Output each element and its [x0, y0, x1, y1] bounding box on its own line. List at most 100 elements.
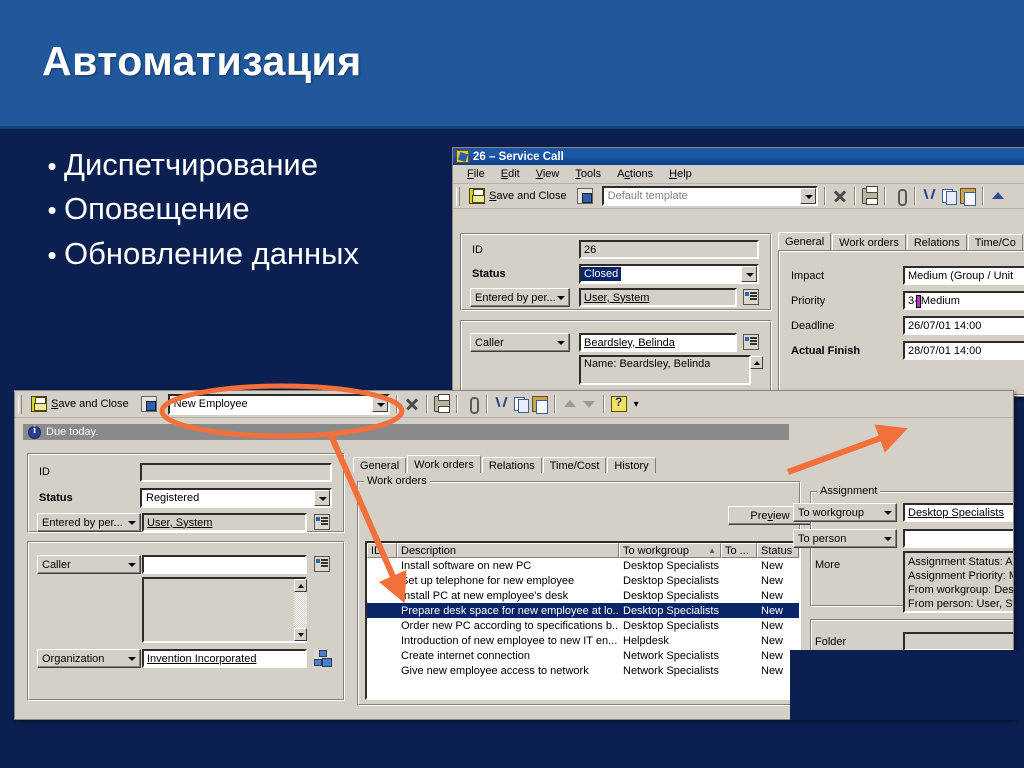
- service-call-entered-by-field[interactable]: User, System: [579, 288, 737, 307]
- attachment-icon[interactable]: [464, 396, 480, 414]
- service-call-id-field[interactable]: 26: [579, 240, 759, 259]
- copy-icon[interactable]: [513, 396, 529, 413]
- chevron-down-icon[interactable]: [371, 396, 388, 412]
- menu-tools[interactable]: Tools: [573, 167, 603, 181]
- menu-file[interactable]: File: [465, 167, 487, 181]
- delete-icon[interactable]: [404, 396, 420, 412]
- menu-actions[interactable]: Actions: [615, 167, 655, 181]
- tab-relations[interactable]: Relations: [481, 457, 542, 473]
- scrollbar-track[interactable]: [294, 592, 307, 628]
- column-header-to-workgroup[interactable]: To workgroup ▲: [619, 543, 721, 558]
- template-icon[interactable]: [576, 188, 593, 204]
- service-call-tabstrip[interactable]: General Work orders Relations Time/Co: [778, 232, 1024, 250]
- deadline-field[interactable]: 26/07/01 14:00: [903, 316, 1024, 335]
- scroll-down-button[interactable]: [294, 628, 307, 641]
- new-employee-entered-by-field[interactable]: User, System: [142, 513, 307, 532]
- service-call-caller-dropdown[interactable]: Caller: [470, 333, 570, 352]
- priority-field[interactable]: 3- Medium: [903, 291, 1024, 310]
- new-employee-entered-by-dropdown[interactable]: Entered by per...: [37, 513, 141, 532]
- up-icon[interactable]: [990, 188, 1006, 204]
- save-and-close-button[interactable]: Save and Close: [466, 186, 570, 207]
- new-employee-caller-field[interactable]: [142, 555, 307, 574]
- tab-time-cost[interactable]: Time/Cost: [542, 457, 607, 473]
- tab-work-orders[interactable]: Work orders: [832, 234, 906, 250]
- paste-icon[interactable]: [959, 188, 976, 206]
- caller-detail-scroll-up[interactable]: [750, 356, 763, 369]
- person-lookup-icon[interactable]: [743, 334, 759, 350]
- column-header-description[interactable]: Description: [397, 543, 619, 558]
- table-row[interactable]: Set up telephone for new employee Desktop…: [367, 573, 799, 588]
- menu-view[interactable]: View: [534, 167, 562, 181]
- service-call-menubar[interactable]: File Edit View Tools Actions Help: [453, 165, 1024, 184]
- actual-finish-field[interactable]: 28/07/01 14:00: [903, 341, 1024, 360]
- table-row[interactable]: Introduction of new employee to new IT e…: [367, 633, 799, 648]
- tab-history[interactable]: History: [607, 457, 656, 473]
- tab-general[interactable]: General: [778, 232, 832, 250]
- tab-relations[interactable]: Relations: [906, 234, 967, 250]
- column-header-id[interactable]: ID: [367, 543, 397, 558]
- copy-icon[interactable]: [941, 188, 957, 205]
- cut-icon[interactable]: [494, 396, 510, 412]
- table-row[interactable]: Create internet connection Network Specia…: [367, 648, 799, 663]
- service-call-toolbar[interactable]: Save and Close Default template: [453, 184, 1024, 209]
- scroll-up-button[interactable]: [294, 579, 307, 592]
- service-call-status-combo[interactable]: Closed: [579, 264, 759, 284]
- service-call-titlebar[interactable]: 26 – Service Call: [453, 148, 1024, 165]
- new-employee-organization-dropdown[interactable]: Organization: [37, 649, 141, 668]
- assignment-to-workgroup-dropdown[interactable]: To workgroup: [793, 503, 897, 522]
- new-employee-id-field[interactable]: [140, 463, 332, 482]
- down-icon[interactable]: [581, 396, 597, 412]
- paste-icon[interactable]: [531, 396, 548, 414]
- up-icon[interactable]: [562, 396, 578, 412]
- save-icon: [31, 396, 47, 412]
- print-icon[interactable]: [861, 186, 878, 205]
- tab-label: Time/Cost: [549, 459, 600, 472]
- overflow-icon[interactable]: ▾: [634, 399, 639, 410]
- table-row[interactable]: Give new employee access to network Netwo…: [367, 663, 799, 678]
- table-row[interactable]: Prepare desk space for new employee at l…: [367, 603, 799, 618]
- assignment-to-person-field[interactable]: [903, 529, 1013, 548]
- template-icon[interactable]: [140, 396, 157, 412]
- toolbar-grip[interactable]: [18, 394, 22, 414]
- work-orders-grid[interactable]: ID Description To workgroup ▲ To ... Sta…: [365, 541, 801, 700]
- assignment-to-workgroup-field[interactable]: Desktop Specialists: [903, 503, 1013, 522]
- tab-time-cost[interactable]: Time/Co: [967, 234, 1023, 250]
- new-employee-tabstrip[interactable]: General Work orders Relations Time/Cost …: [353, 455, 657, 473]
- help-icon[interactable]: [610, 395, 627, 412]
- caller-detail-scrollbar[interactable]: [294, 579, 307, 641]
- attachment-icon[interactable]: [892, 188, 908, 206]
- toolbar-grip[interactable]: [456, 186, 460, 206]
- new-employee-organization-field[interactable]: Invention Incorporated: [142, 649, 307, 668]
- person-lookup-icon[interactable]: [314, 514, 330, 530]
- menu-help[interactable]: Help: [667, 167, 694, 181]
- template-combo[interactable]: Default template: [601, 186, 818, 206]
- organization-lookup-icon[interactable]: [314, 650, 330, 666]
- service-call-entered-by-dropdown[interactable]: Entered by per...: [470, 288, 570, 307]
- save-and-close-button[interactable]: Save and Close: [28, 394, 132, 415]
- new-employee-toolbar[interactable]: Save and Close New Employee ▾: [15, 391, 1013, 418]
- delete-icon[interactable]: [832, 188, 848, 204]
- impact-field[interactable]: Medium (Group / Unit: [903, 266, 1024, 285]
- table-row[interactable]: Install software on new PC Desktop Specia…: [367, 558, 799, 573]
- tab-work-orders[interactable]: Work orders: [407, 455, 481, 473]
- template-combo[interactable]: New Employee: [167, 393, 390, 415]
- chevron-down-icon[interactable]: [799, 188, 816, 204]
- chevron-down-icon[interactable]: [314, 490, 330, 506]
- menu-edit[interactable]: Edit: [499, 167, 522, 181]
- assignment-to-person-dropdown[interactable]: To person: [793, 529, 897, 548]
- cut-icon[interactable]: [922, 188, 938, 204]
- service-call-window[interactable]: 26 – Service Call File Edit View Tools A…: [452, 147, 1024, 397]
- work-orders-header-row[interactable]: ID Description To workgroup ▲ To ... Sta…: [367, 543, 799, 558]
- person-lookup-icon[interactable]: [743, 289, 759, 305]
- table-row[interactable]: Install PC at new employee's desk Desktop…: [367, 588, 799, 603]
- new-employee-status-combo[interactable]: Registered: [140, 488, 332, 508]
- print-icon[interactable]: [433, 394, 450, 413]
- folder-field[interactable]: [903, 632, 1013, 651]
- service-call-caller-field[interactable]: Beardsley, Belinda: [579, 333, 737, 352]
- tab-general[interactable]: General: [353, 457, 407, 473]
- chevron-down-icon[interactable]: [741, 266, 757, 282]
- column-header-to[interactable]: To ...: [721, 543, 757, 558]
- table-row[interactable]: Order new PC according to specifications…: [367, 618, 799, 633]
- new-employee-caller-dropdown[interactable]: Caller: [37, 555, 141, 574]
- person-lookup-icon[interactable]: [314, 556, 330, 572]
